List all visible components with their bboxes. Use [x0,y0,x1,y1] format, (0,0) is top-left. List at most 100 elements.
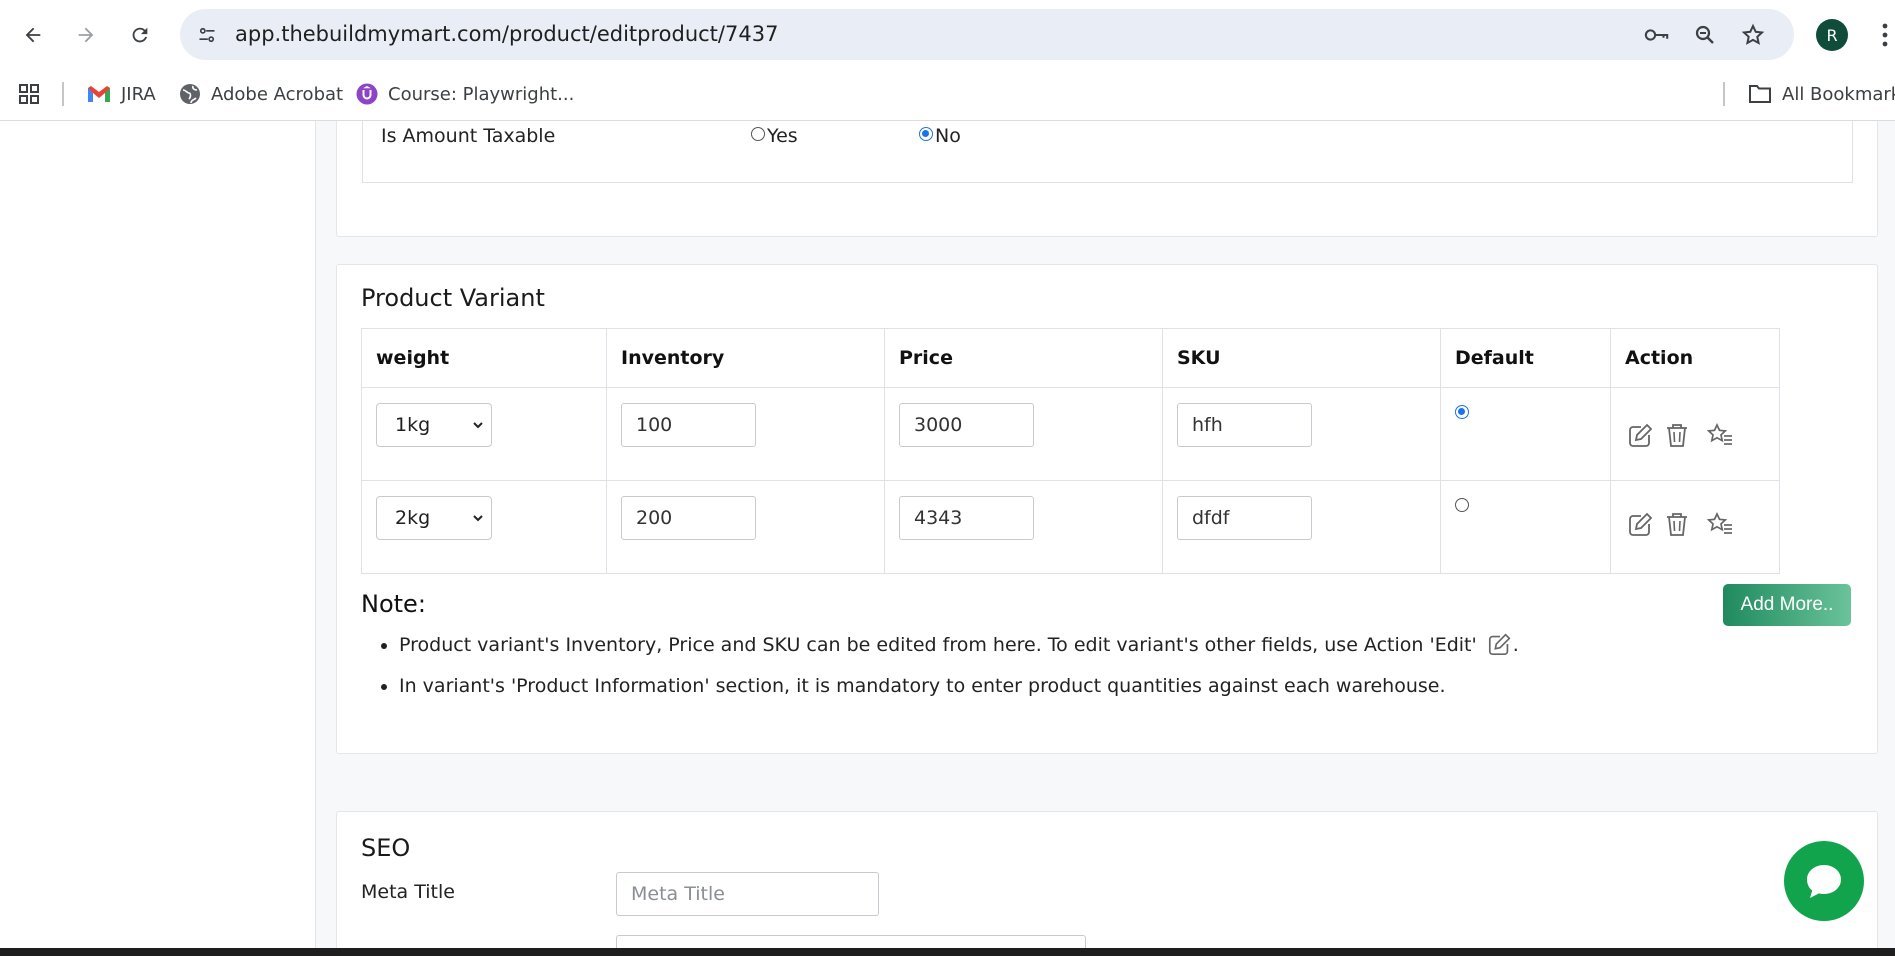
bookmark-label: JIRA [121,83,156,105]
taxable-no-radio[interactable] [919,127,933,141]
address-bar[interactable]: app.thebuildmymart.com/product/editprodu… [180,9,1794,60]
chevron-down-icon [473,422,483,429]
weight-cell: 2kg [361,480,607,574]
column-header: weight [361,328,607,388]
weight-select[interactable]: 1kg [376,403,492,447]
star-list-icon[interactable] [1705,420,1735,450]
inventory-input[interactable]: 200 [621,496,756,540]
seo-card: SEO Meta Title Meta Title [336,811,1878,956]
edit-icon[interactable] [1626,509,1656,539]
sidebar [0,121,316,956]
column-header: Default [1440,328,1611,388]
bookmarks-divider [1723,82,1725,106]
default-radio[interactable] [1455,405,1469,419]
default-cell [1440,480,1611,574]
sku-input[interactable]: hfh [1177,403,1312,447]
gmail-icon [88,86,110,102]
note-item: Product variant's Inventory, Price and S… [399,631,1699,658]
bookmark-label: Adobe Acrobat [211,83,344,105]
table-row: 2kg 200 4343 dfdf [361,480,1780,574]
column-header: Inventory [606,328,885,388]
action-cell [1610,480,1780,574]
tax-box: Is Amount Taxable Yes No [362,121,1853,183]
back-button[interactable] [16,18,50,52]
browser-menu-icon[interactable] [1880,22,1890,48]
bookmark-label: Course: Playwright... [388,83,575,105]
table-row: 1kg 100 3000 hfh [361,387,1780,481]
url-text[interactable]: app.thebuildmymart.com/product/editprodu… [235,22,778,46]
product-variant-card: Product Variant weight Inventory Price S… [336,264,1878,754]
reload-button[interactable] [123,18,157,52]
price-input[interactable]: 3000 [899,403,1034,447]
password-key-icon[interactable] [1642,20,1672,50]
note-item: In variant's 'Product Information' secti… [399,673,1699,699]
price-input[interactable]: 4343 [899,496,1034,540]
variant-table: weight Inventory Price SKU Default Actio… [361,328,1780,574]
note-title: Note: [361,590,426,618]
taskbar-edge [0,948,1895,956]
edit-icon[interactable] [1626,420,1656,450]
taxable-label: Is Amount Taxable [381,125,556,147]
taxable-yes-radio[interactable] [751,127,765,141]
chat-widget-button[interactable] [1784,841,1864,921]
add-more-button[interactable]: Add More.. [1723,584,1851,626]
bookmark-jira[interactable]: JIRA [87,80,156,108]
column-header: Price [884,328,1163,388]
bookmark-adobe-acrobat[interactable]: Adobe Acrobat [179,80,343,108]
inventory-cell: 200 [606,480,885,574]
section-title: Product Variant [361,284,545,312]
all-bookmarks-label: All Bookmarks [1782,83,1895,105]
reload-icon [132,27,148,43]
all-bookmarks[interactable]: All Bookmarks [1748,80,1895,108]
bookmark-star-icon[interactable] [1738,20,1768,50]
trash-icon[interactable] [1662,420,1692,450]
action-cell [1610,387,1780,481]
forward-button[interactable] [69,18,103,52]
column-header: SKU [1162,328,1441,388]
udemy-icon [356,83,378,105]
note-suffix: . [1512,634,1519,656]
chat-bubble-icon [1807,865,1841,898]
profile-avatar[interactable]: R [1816,19,1848,51]
sku-cell: dfdf [1162,480,1441,574]
column-header: Action [1610,328,1780,388]
star-list-icon[interactable] [1705,509,1735,539]
tax-card: Is Amount Taxable Yes No [336,121,1878,237]
site-settings-icon[interactable] [192,20,222,50]
zoom-icon[interactable] [1690,20,1720,50]
default-cell [1440,387,1611,481]
taxable-yes-label: Yes [767,125,798,147]
globe-icon [180,84,200,104]
weight-value: 2kg [395,507,431,529]
seo-title: SEO [361,834,411,862]
browser-toolbar: app.thebuildmymart.com/product/editprodu… [0,0,1895,70]
taxable-no-label: No [935,125,961,147]
bookmarks-divider [62,82,64,106]
main-content: Is Amount Taxable Yes No Product Variant… [316,121,1895,956]
bookmarks-bar: JIRA Adobe Acrobat Course: Playwright...… [0,70,1895,121]
note-list: Product variant's Inventory, Price and S… [361,631,1699,714]
note-text: In variant's 'Product Information' secti… [399,675,1446,697]
edit-icon [1488,633,1511,656]
meta-title-input[interactable]: Meta Title [616,872,879,916]
default-radio[interactable] [1455,498,1469,512]
weight-cell: 1kg [361,387,607,481]
price-cell: 3000 [884,387,1163,481]
price-cell: 4343 [884,480,1163,574]
sku-input[interactable]: dfdf [1177,496,1312,540]
sku-cell: hfh [1162,387,1441,481]
back-arrow-icon [25,27,41,43]
bookmark-playwright-course[interactable]: Course: Playwright... [356,80,574,108]
apps-grid-icon[interactable] [18,80,50,108]
forward-arrow-icon [78,27,94,43]
chevron-down-icon [473,515,483,522]
meta-title-label: Meta Title [361,881,455,903]
note-text: Product variant's Inventory, Price and S… [399,634,1477,656]
inventory-cell: 100 [606,387,885,481]
inventory-input[interactable]: 100 [621,403,756,447]
trash-icon[interactable] [1662,509,1692,539]
page-body: Is Amount Taxable Yes No Product Variant… [0,121,1895,956]
weight-value: 1kg [395,414,431,436]
table-header-row: weight Inventory Price SKU Default Actio… [361,328,1780,388]
weight-select[interactable]: 2kg [376,496,492,540]
